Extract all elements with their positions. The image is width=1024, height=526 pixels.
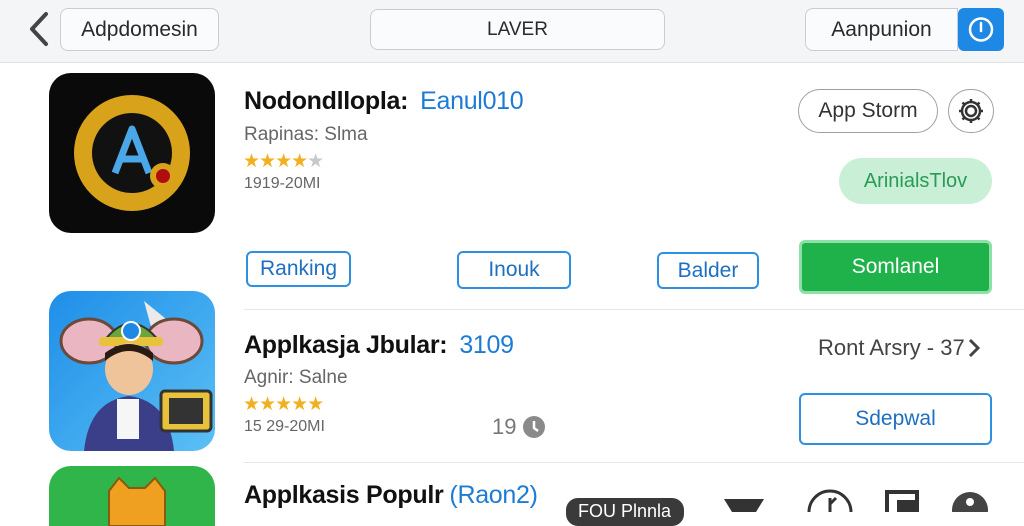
- status-chip-label: ArinialsTlov: [863, 169, 968, 192]
- bottom-chip[interactable]: FOU Plnnla: [566, 498, 684, 526]
- app-1-title[interactable]: Nodondllopla: Eanul010: [244, 87, 524, 116]
- app-3-tag: (Raon2): [449, 481, 538, 509]
- app-2-link[interactable]: Ront Arsry - 37: [818, 335, 981, 361]
- primary-action-button[interactable]: Somlanel: [799, 240, 992, 294]
- ranking-button-label: Ranking: [259, 257, 338, 280]
- app-2-tag: 3109: [459, 331, 514, 359]
- back-button-label: Adpdomesin: [81, 17, 198, 41]
- app-store-button[interactable]: App Storm: [798, 89, 938, 133]
- bottom-chip-label: FOU Plnnla: [578, 501, 672, 521]
- status-chip[interactable]: ArinialsTlov: [839, 158, 992, 204]
- app-2-rating: ★★★★★: [243, 394, 324, 415]
- back-button[interactable]: Adpdomesin: [60, 8, 219, 51]
- tab-window-icon[interactable]: [885, 490, 919, 512]
- tab-store-icon[interactable]: [722, 495, 766, 512]
- app-2-subtitle: Agnir: Salne: [244, 367, 348, 388]
- primary-action-label: Somlanel: [851, 255, 940, 278]
- app-store-button-label: App Storm: [818, 99, 918, 122]
- app-1-subtitle: Rapinas: Slma: [244, 124, 368, 145]
- app-2-size: 15 29-20MI: [244, 418, 325, 435]
- search-field-label: LAVER: [487, 18, 548, 40]
- balder-button[interactable]: Balder: [657, 252, 759, 289]
- tab-profile-icon[interactable]: [950, 490, 990, 512]
- app-icon-1[interactable]: [49, 73, 215, 233]
- ranking-button[interactable]: Ranking: [246, 251, 351, 287]
- gear-icon: [959, 99, 983, 123]
- account-button-label: Aanpunion: [831, 17, 932, 41]
- app-icon-3[interactable]: [49, 466, 215, 526]
- app-icon-2[interactable]: [49, 291, 215, 451]
- app-2-link-label: Ront Arsry - 37: [818, 335, 965, 360]
- app-1-rating: ★★★★★: [243, 151, 324, 172]
- app-1-size: 1919-20MI: [244, 175, 321, 192]
- app-1-tag: Eanul010: [420, 87, 524, 115]
- row-divider-2: [244, 462, 1024, 463]
- info-circle-icon: [523, 416, 546, 438]
- app-3-title[interactable]: Applkasis Populr (Raon2): [244, 481, 538, 510]
- app-logo-icon: [74, 95, 190, 211]
- info-icon: [968, 17, 994, 42]
- info-button[interactable]: [958, 8, 1004, 51]
- app-2-count: 19: [492, 414, 546, 440]
- settings-button[interactable]: [948, 89, 994, 133]
- row-divider-1: [244, 309, 1024, 310]
- app-2-count-value: 19: [492, 414, 517, 439]
- app-2-name: Applkasja Jbular:: [244, 331, 448, 359]
- balder-button-label: Balder: [677, 258, 739, 282]
- app-3-name: Applkasis Populr: [244, 481, 444, 509]
- character-avatar-icon: [59, 301, 213, 451]
- inouk-button-label: Inouk: [488, 258, 540, 281]
- account-button[interactable]: Aanpunion: [805, 8, 958, 51]
- chevron-right-icon: [968, 338, 980, 358]
- back-chevron-icon[interactable]: [24, 10, 54, 48]
- app-2-button-label: Sdepwal: [855, 407, 936, 430]
- app-2-button[interactable]: Sdepwal: [799, 393, 992, 445]
- search-field[interactable]: LAVER: [370, 9, 665, 50]
- app-2-title[interactable]: Applkasja Jbular: 3109: [244, 331, 514, 360]
- inouk-button[interactable]: Inouk: [457, 251, 571, 289]
- app-1-name: Nodondllopla:: [244, 87, 409, 115]
- fox-mascot-icon: [108, 476, 166, 526]
- tab-clock-icon[interactable]: [806, 488, 854, 512]
